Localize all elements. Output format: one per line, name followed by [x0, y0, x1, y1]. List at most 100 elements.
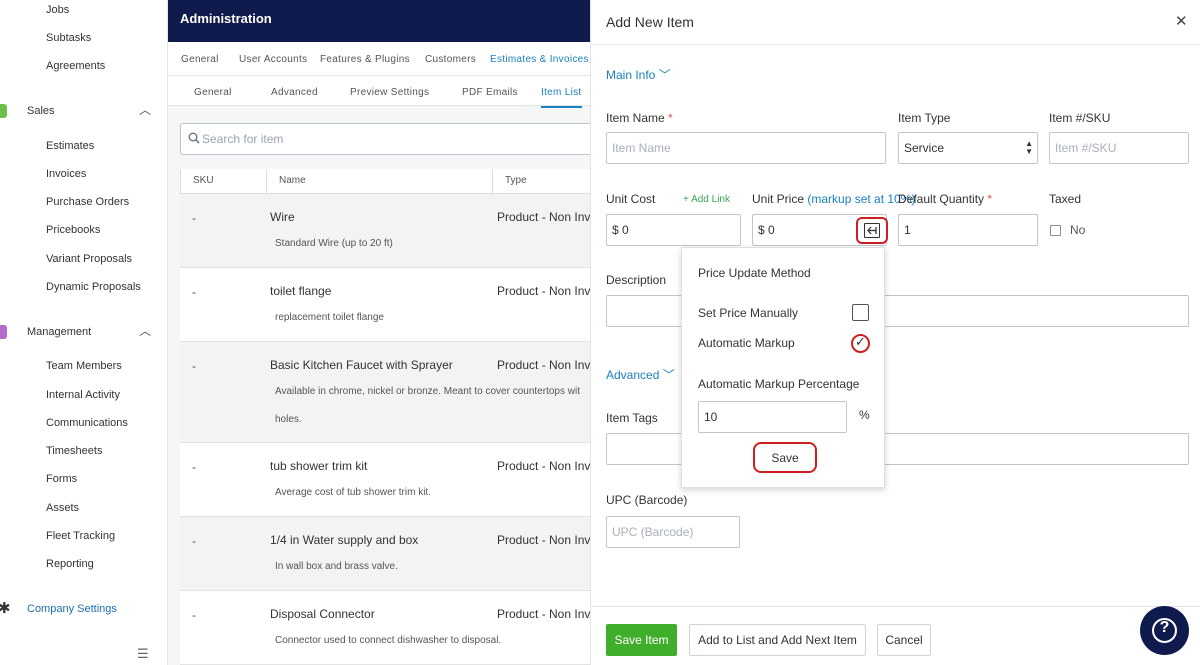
item-name-input[interactable]	[606, 132, 886, 164]
tab-user-accounts[interactable]: User Accounts	[239, 54, 307, 65]
save-item-button[interactable]: Save Item	[606, 624, 677, 656]
panel-footer: Save Item Add to List and Add Next Item …	[591, 606, 1200, 665]
table-row[interactable]: - Basic Kitchen Faucet with Sprayer Prod…	[180, 342, 590, 443]
price-update-popup: Price Update Method Set Price Manually A…	[681, 247, 885, 488]
sidebar-item-internal-activity[interactable]: Internal Activity	[46, 389, 120, 401]
row-type: Product - Non Inv	[497, 533, 590, 547]
sidebar-item-estimates[interactable]: Estimates	[46, 140, 94, 152]
sku-label: Item #/SKU	[1049, 111, 1111, 125]
sidebar-item-purchase-orders[interactable]: Purchase Orders	[46, 196, 129, 208]
item-type-value: Service	[904, 141, 945, 155]
row-type: Product - Non Inv	[497, 607, 590, 621]
main-info-toggle[interactable]: Main Info ﹀	[606, 66, 671, 83]
help-button[interactable]: ?	[1140, 606, 1189, 655]
unit-cost-input[interactable]	[606, 214, 741, 246]
chevron-down-icon: ﹀	[662, 368, 675, 382]
label-text: Unit Price	[752, 192, 805, 206]
row-type: Product - Non Inv	[497, 459, 590, 473]
column-header-type[interactable]: Type	[492, 169, 590, 194]
sidebar-group-sales[interactable]: Sales ︿	[0, 101, 168, 123]
table-row[interactable]: - Disposal Connector Product - Non Inv C…	[180, 591, 590, 665]
subtab-advanced[interactable]: Advanced	[271, 87, 318, 98]
row-sku: -	[192, 608, 196, 622]
chevron-up-icon[interactable]: ︿	[139, 322, 151, 339]
popup-save-button[interactable]: Save	[753, 442, 817, 473]
sku-input[interactable]	[1049, 132, 1189, 164]
price-update-method-button[interactable]	[856, 217, 888, 244]
sidebar-item-jobs[interactable]: Jobs	[46, 4, 69, 16]
subtab-pdf-emails[interactable]: PDF Emails	[462, 87, 518, 98]
label-text: Default Quantity	[898, 192, 985, 206]
sidebar-item-pricebooks[interactable]: Pricebooks	[46, 224, 100, 236]
default-quantity-input[interactable]	[898, 214, 1038, 246]
row-type: Product - Non Inv	[497, 210, 590, 224]
table-row[interactable]: - 1/4 in Water supply and box Product - …	[180, 517, 590, 591]
column-header-name[interactable]: Name	[266, 169, 492, 194]
advanced-toggle[interactable]: Advanced ﹀	[606, 366, 675, 383]
management-icon	[0, 325, 7, 339]
markup-percentage-input[interactable]	[698, 401, 847, 433]
set-price-manually-checkbox[interactable]	[852, 304, 869, 321]
sidebar-item-subtasks[interactable]: Subtasks	[46, 32, 91, 44]
sidebar: Jobs Subtasks Agreements Sales ︿ Estimat…	[0, 0, 168, 665]
sidebar-item-timesheets[interactable]: Timesheets	[46, 445, 102, 457]
row-sku: -	[192, 359, 196, 373]
row-type: Product - Non Inv	[497, 358, 590, 372]
column-header-sku[interactable]: SKU	[180, 169, 266, 194]
subtab-general[interactable]: General	[194, 87, 232, 98]
sidebar-item-variant-proposals[interactable]: Variant Proposals	[46, 253, 132, 265]
sidebar-item-invoices[interactable]: Invoices	[46, 168, 86, 180]
row-description: In wall box and brass valve.	[275, 561, 398, 572]
sidebar-group-management[interactable]: Management ︿	[0, 322, 168, 344]
add-next-item-button[interactable]: Add to List and Add Next Item	[689, 624, 866, 656]
sidebar-item-dynamic-proposals[interactable]: Dynamic Proposals	[46, 281, 141, 293]
row-name: Wire	[270, 210, 295, 224]
collapse-sidebar-icon[interactable]: ☰	[137, 646, 149, 662]
row-sku: -	[192, 460, 196, 474]
automatic-markup-checkbox[interactable]: ✓	[851, 334, 870, 353]
row-name: toilet flange	[270, 284, 332, 298]
taxed-value: No	[1070, 223, 1086, 237]
tab-customers[interactable]: Customers	[425, 54, 476, 65]
cancel-button[interactable]: Cancel	[877, 624, 931, 656]
admin-subtabs: General Advanced Preview Settings PDF Em…	[168, 76, 590, 108]
table-row[interactable]: - toilet flange Product - Non Inv replac…	[180, 268, 590, 342]
markup-percentage-label: Automatic Markup Percentage	[698, 377, 860, 391]
subtab-item-list[interactable]: Item List	[541, 87, 582, 108]
row-sku: -	[192, 534, 196, 548]
required-mark: *	[668, 111, 673, 125]
upc-input[interactable]	[606, 516, 740, 548]
sidebar-item-team-members[interactable]: Team Members	[46, 360, 122, 372]
row-name: Disposal Connector	[270, 607, 375, 621]
help-icon: ?	[1159, 619, 1170, 636]
item-type-select[interactable]: Service ▲ ▼	[898, 132, 1038, 164]
divider	[591, 44, 1200, 45]
sidebar-item-agreements[interactable]: Agreements	[46, 60, 105, 72]
close-icon[interactable]: ✕	[1175, 12, 1188, 30]
chevron-up-icon[interactable]: ︿	[139, 101, 151, 118]
search-input[interactable]	[202, 129, 582, 149]
row-description: Standard Wire (up to 20 ft)	[275, 238, 393, 249]
sidebar-item-reporting[interactable]: Reporting	[46, 558, 94, 570]
taxed-checkbox[interactable]	[1050, 225, 1061, 236]
upc-label: UPC (Barcode)	[606, 493, 688, 507]
sidebar-item-company-settings[interactable]: ✱ Company Settings	[0, 599, 168, 621]
description-label: Description	[606, 273, 667, 287]
tab-estimates-invoices[interactable]: Estimates & Invoices	[490, 54, 589, 65]
item-type-label: Item Type	[898, 111, 951, 125]
subtab-preview-settings[interactable]: Preview Settings	[350, 87, 429, 98]
label-text: Item Name	[606, 111, 665, 125]
markup-icon	[864, 223, 880, 238]
table-row[interactable]: - tub shower trim kit Product - Non Inv …	[180, 443, 590, 517]
tab-features-plugins[interactable]: Features & Plugins	[320, 54, 410, 65]
percent-sign: %	[859, 408, 870, 422]
sidebar-item-forms[interactable]: Forms	[46, 473, 77, 485]
table-row[interactable]: - Wire Product - Non Inv Standard Wire (…	[180, 194, 590, 268]
row-name: Basic Kitchen Faucet with Sprayer	[270, 358, 453, 372]
add-link-button[interactable]: + Add Link	[683, 194, 730, 205]
sidebar-item-communications[interactable]: Communications	[46, 417, 128, 429]
sidebar-item-assets[interactable]: Assets	[46, 502, 79, 514]
sidebar-item-fleet-tracking[interactable]: Fleet Tracking	[46, 530, 115, 542]
admin-tabs: General User Accounts Features & Plugins…	[168, 42, 590, 76]
tab-general[interactable]: General	[181, 54, 219, 65]
